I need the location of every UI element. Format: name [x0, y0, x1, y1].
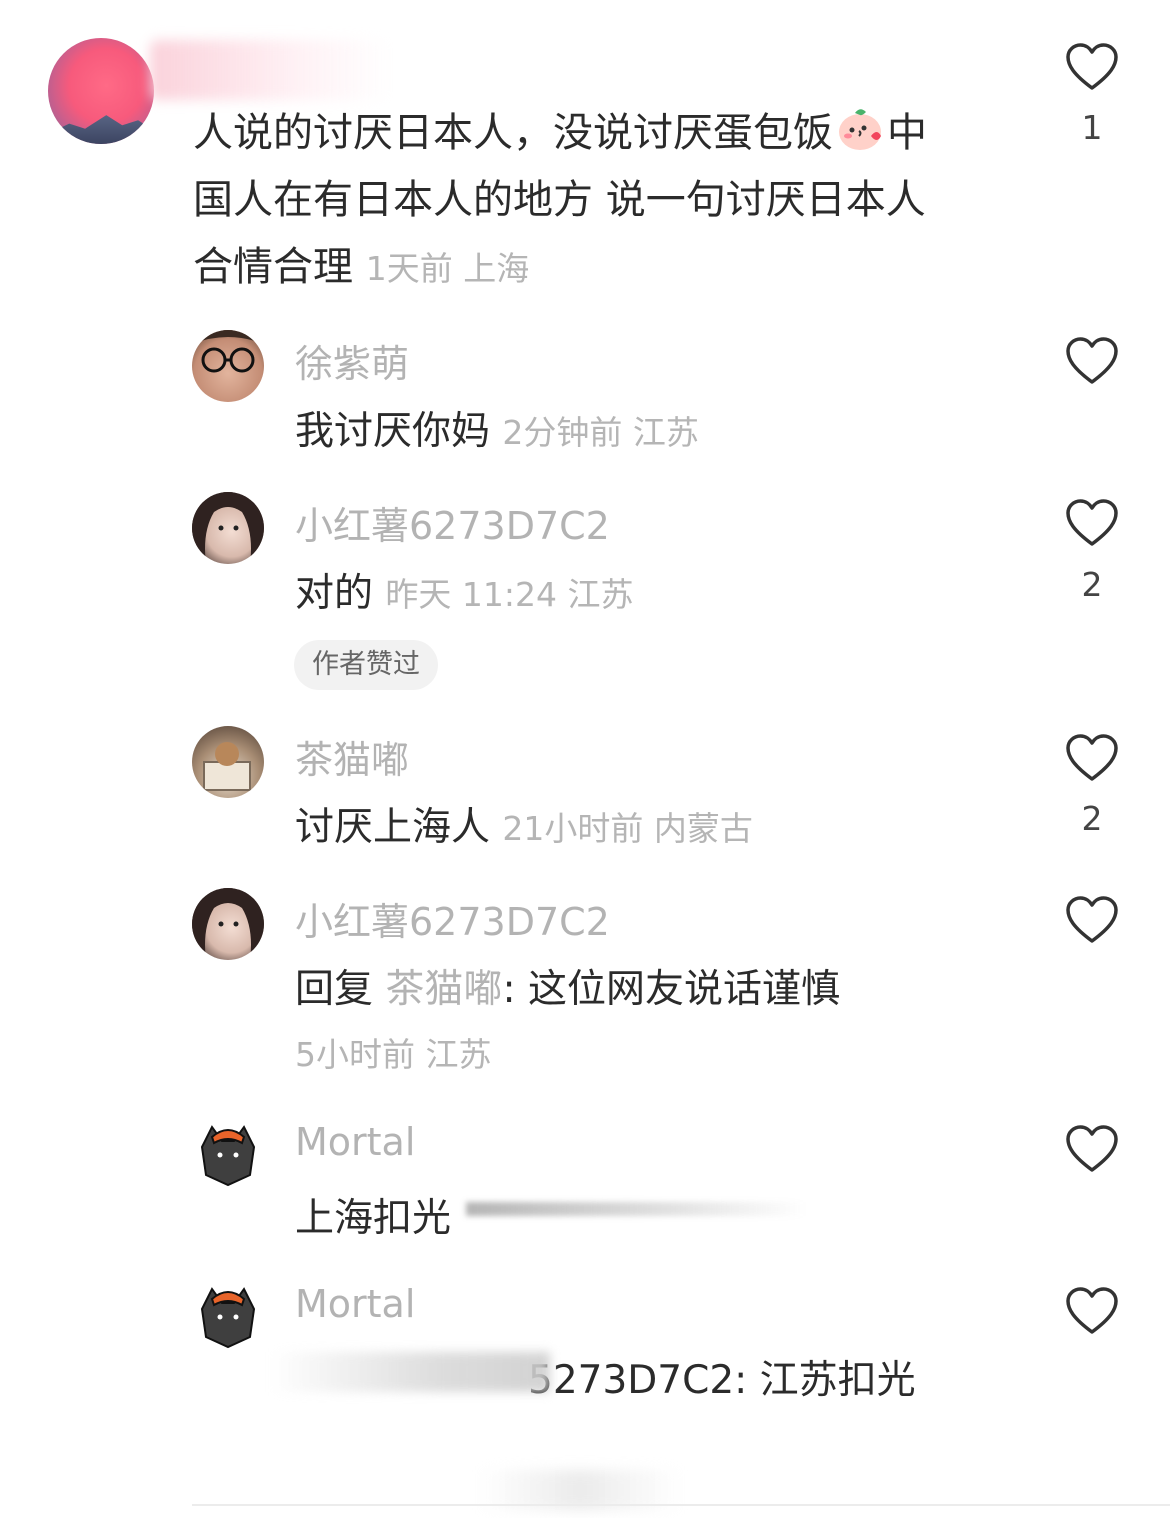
blurred-username — [150, 40, 390, 100]
username[interactable]: Mortal — [295, 1120, 415, 1164]
username[interactable]: 茶猫嘟 — [295, 729, 409, 784]
like-count: 2 — [1081, 565, 1103, 604]
like-heart-icon[interactable] — [1065, 336, 1119, 386]
like-heart-icon[interactable] — [1065, 1124, 1119, 1174]
reply-text: 对的 昨天 11:24 江苏 — [295, 571, 634, 616]
avatar[interactable] — [192, 726, 264, 798]
reply-text: 讨厌上海人 21小时前 内蒙古 — [295, 805, 753, 850]
reply-text: 上海扣光 — [295, 1196, 452, 1241]
avatar[interactable] — [192, 1279, 264, 1351]
divider — [192, 1504, 1170, 1506]
top-comment-meta: 1天前 上海 — [365, 249, 530, 288]
author-liked-badge: 作者赞过 — [294, 640, 438, 690]
reply-text: 5273D7C2: 江苏扣光 — [528, 1358, 916, 1403]
like-heart-icon[interactable] — [1065, 895, 1119, 945]
reply-text: 回复 茶猫嘟: 这位网友说话谨慎 — [295, 967, 840, 1012]
username[interactable]: 小红薯6273D7C2 — [295, 891, 610, 946]
reply-text: 我讨厌你妈 2分钟前 江苏 — [295, 409, 699, 454]
redaction-blur — [270, 1352, 550, 1392]
username[interactable]: 徐紫萌 — [295, 333, 409, 388]
avatar[interactable] — [192, 1117, 264, 1189]
like-heart-icon[interactable] — [1065, 498, 1119, 548]
username[interactable]: 小红薯6273D7C2 — [295, 495, 610, 550]
redaction-stroke — [466, 1202, 806, 1216]
like-count: 1 — [1081, 108, 1103, 147]
top-comment-avatar[interactable] — [48, 38, 154, 144]
like-heart-icon[interactable] — [1065, 733, 1119, 783]
like-heart-icon[interactable] — [1065, 1286, 1119, 1336]
reply-to-username[interactable]: 茶猫嘟 — [385, 967, 502, 1012]
avatar[interactable] — [192, 492, 264, 564]
like-heart-icon[interactable] — [1065, 42, 1119, 92]
avatar[interactable] — [192, 888, 264, 960]
avatar[interactable] — [192, 330, 264, 402]
top-comment-text: 人说的讨厌日本人，没说讨厌蛋包饭 中 国人在有日本人的地方 说一句讨厌日本人 合… — [193, 100, 983, 302]
reply-meta: 5小时前 江苏 — [295, 1035, 492, 1074]
blushing-peach-emoji-icon — [839, 109, 881, 150]
username[interactable]: Mortal — [295, 1282, 415, 1326]
like-count: 2 — [1081, 799, 1103, 838]
